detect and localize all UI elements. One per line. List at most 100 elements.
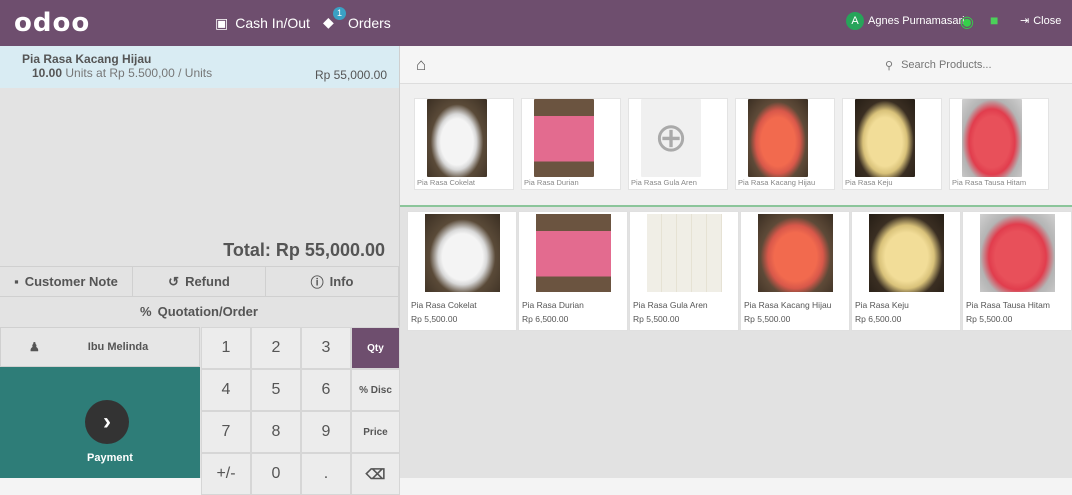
- payment-button[interactable]: › Payment: [0, 367, 200, 478]
- customer-name: Ibu Melinda: [87, 341, 149, 353]
- category-tile[interactable]: Pia Rasa Keju: [842, 98, 942, 190]
- product-image: [647, 214, 722, 292]
- numpad-key-4[interactable]: 4: [201, 369, 251, 411]
- product-price: Rp 5,500.00: [633, 314, 680, 324]
- search-box[interactable]: ⚲: [882, 46, 1072, 84]
- product-name: Pia Rasa Cokelat: [411, 300, 477, 310]
- product-image: [869, 214, 944, 292]
- category-tile[interactable]: Pia Rasa Kacang Hijau: [735, 98, 835, 190]
- category-tile[interactable]: Pia Rasa Cokelat: [414, 98, 514, 190]
- user-icon: ♟: [29, 340, 40, 354]
- home-icon[interactable]: ⌂: [416, 55, 426, 75]
- product-image: [425, 214, 500, 292]
- payment-label: Payment: [87, 452, 133, 464]
- product-card[interactable]: Pia Rasa Cokelat Rp 5,500.00: [407, 211, 517, 331]
- product-card[interactable]: Pia Rasa Gula Aren Rp 5,500.00: [629, 211, 739, 331]
- order-line-name: Pia Rasa Kacang Hijau: [22, 52, 152, 66]
- order-line-qty: 10.00: [32, 66, 63, 80]
- product-image: [758, 214, 833, 292]
- numpad-key-2[interactable]: 2: [251, 327, 301, 369]
- category-image: [534, 99, 594, 177]
- product-name: Pia Rasa Durian: [522, 300, 584, 310]
- note-icon: ▪: [14, 274, 19, 289]
- order-line-unit-detail: Units at Rp 5.500,00 / Units: [65, 66, 213, 80]
- category-label: Pia Rasa Durian: [524, 178, 579, 187]
- product-card[interactable]: Pia Rasa Keju Rp 6,500.00: [851, 211, 961, 331]
- category-row: Pia Rasa Cokelat Pia Rasa Durian ⊕ Pia R…: [400, 84, 1072, 207]
- orders-count-badge: 1: [333, 7, 346, 20]
- close-button[interactable]: ⇥ Close: [1020, 14, 1062, 28]
- customer-note-button[interactable]: ▪ Customer Note: [0, 267, 133, 296]
- percent-icon: %: [140, 304, 152, 319]
- info-button[interactable]: ⓘ Info: [266, 267, 399, 296]
- numpad-key-5[interactable]: 5: [251, 369, 301, 411]
- product-name: Pia Rasa Keju: [855, 300, 909, 310]
- qty-mode-button[interactable]: Qty: [351, 327, 400, 369]
- orders-button[interactable]: ◆ 1 Orders: [323, 0, 391, 46]
- chevron-right-icon: ›: [85, 400, 129, 444]
- user-menu[interactable]: A Agnes Purnamasari: [846, 12, 965, 30]
- numpad-key-0[interactable]: 0: [251, 453, 301, 495]
- discount-mode-button[interactable]: % Disc: [351, 369, 400, 411]
- numpad-key-plus-minus[interactable]: +/-: [201, 453, 251, 495]
- price-mode-button[interactable]: Price: [351, 411, 400, 453]
- product-price: Rp 5,500.00: [411, 314, 458, 324]
- product-price: Rp 5,500.00: [744, 314, 791, 324]
- control-buttons-row-2: % Quotation/Order: [0, 296, 399, 326]
- category-label: Pia Rasa Keju: [845, 178, 893, 187]
- product-price: Rp 6,500.00: [522, 314, 569, 324]
- refund-button[interactable]: ↺ Refund: [133, 267, 266, 296]
- customer-note-label: Customer Note: [24, 274, 118, 289]
- wifi-icon[interactable]: ◉: [960, 12, 974, 32]
- numpad-key-dot[interactable]: .: [301, 453, 351, 495]
- unlock-icon[interactable]: ■: [990, 12, 998, 28]
- cash-label: Cash In/Out: [235, 15, 310, 31]
- category-image: [427, 99, 487, 177]
- close-icon: ⇥: [1020, 15, 1030, 27]
- numpad-key-6[interactable]: 6: [301, 369, 351, 411]
- category-label: Pia Rasa Gula Aren: [631, 178, 697, 187]
- user-name: Agnes Purnamasari: [868, 15, 965, 27]
- refund-label: Refund: [185, 274, 230, 289]
- ticket-icon: ◆ 1: [323, 7, 346, 32]
- close-label: Close: [1033, 14, 1062, 27]
- backspace-button[interactable]: ⌫: [351, 453, 400, 495]
- numpad-area: ♟ Ibu Melinda › Payment 1 2 3 Qty 4 5 6 …: [0, 327, 400, 495]
- quotation-label: Quotation/Order: [157, 304, 258, 319]
- numpad-key-7[interactable]: 7: [201, 411, 251, 453]
- product-image: [536, 214, 611, 292]
- category-label: Pia Rasa Cokelat: [417, 178, 475, 187]
- quotation-order-button[interactable]: % Quotation/Order: [0, 297, 399, 326]
- order-line[interactable]: Pia Rasa Kacang Hijau 10.00 Units at Rp …: [0, 46, 399, 88]
- order-line-price: Rp 55,000.00: [314, 68, 387, 82]
- category-tile[interactable]: Pia Rasa Tausa Hitam: [949, 98, 1049, 190]
- numpad-key-9[interactable]: 9: [301, 411, 351, 453]
- product-card[interactable]: Pia Rasa Durian Rp 6,500.00: [518, 211, 628, 331]
- numpad-key-8[interactable]: 8: [251, 411, 301, 453]
- product-price: Rp 5,500.00: [966, 314, 1013, 324]
- info-icon: ⓘ: [310, 275, 324, 290]
- order-total: Total: Rp 55,000.00: [223, 240, 385, 260]
- undo-icon: ↺: [168, 273, 180, 289]
- product-name: Pia Rasa Gula Aren: [633, 300, 708, 310]
- category-label: Pia Rasa Tausa Hitam: [952, 178, 1027, 187]
- customer-button[interactable]: ♟ Ibu Melinda: [0, 327, 200, 367]
- product-image: [980, 214, 1055, 292]
- top-navbar: odoo ▣ Cash In/Out ◆ 1 Orders A Agnes Pur…: [0, 0, 1072, 46]
- products-panel: ⌂ ⚲ Pia Rasa Cokelat Pia Rasa Durian ⊕ P…: [400, 46, 1072, 478]
- product-card[interactable]: Pia Rasa Kacang Hijau Rp 5,500.00: [740, 211, 850, 331]
- category-label: Pia Rasa Kacang Hijau: [738, 178, 816, 187]
- numpad-key-3[interactable]: 3: [301, 327, 351, 369]
- category-image: [748, 99, 808, 177]
- category-tile[interactable]: Pia Rasa Durian: [521, 98, 621, 190]
- cash-in-out-button[interactable]: ▣ Cash In/Out: [215, 0, 310, 46]
- product-name: Pia Rasa Tausa Hitam: [966, 300, 1050, 310]
- odoo-logo: odoo: [14, 8, 91, 38]
- search-icon: ⚲: [885, 59, 894, 72]
- category-tile[interactable]: ⊕ Pia Rasa Gula Aren: [628, 98, 728, 190]
- numpad-key-1[interactable]: 1: [201, 327, 251, 369]
- avatar: A: [846, 12, 864, 30]
- search-input[interactable]: [899, 58, 1050, 72]
- product-card[interactable]: Pia Rasa Tausa Hitam Rp 5,500.00: [962, 211, 1072, 331]
- order-panel: Pia Rasa Kacang Hijau 10.00 Units at Rp …: [0, 46, 400, 495]
